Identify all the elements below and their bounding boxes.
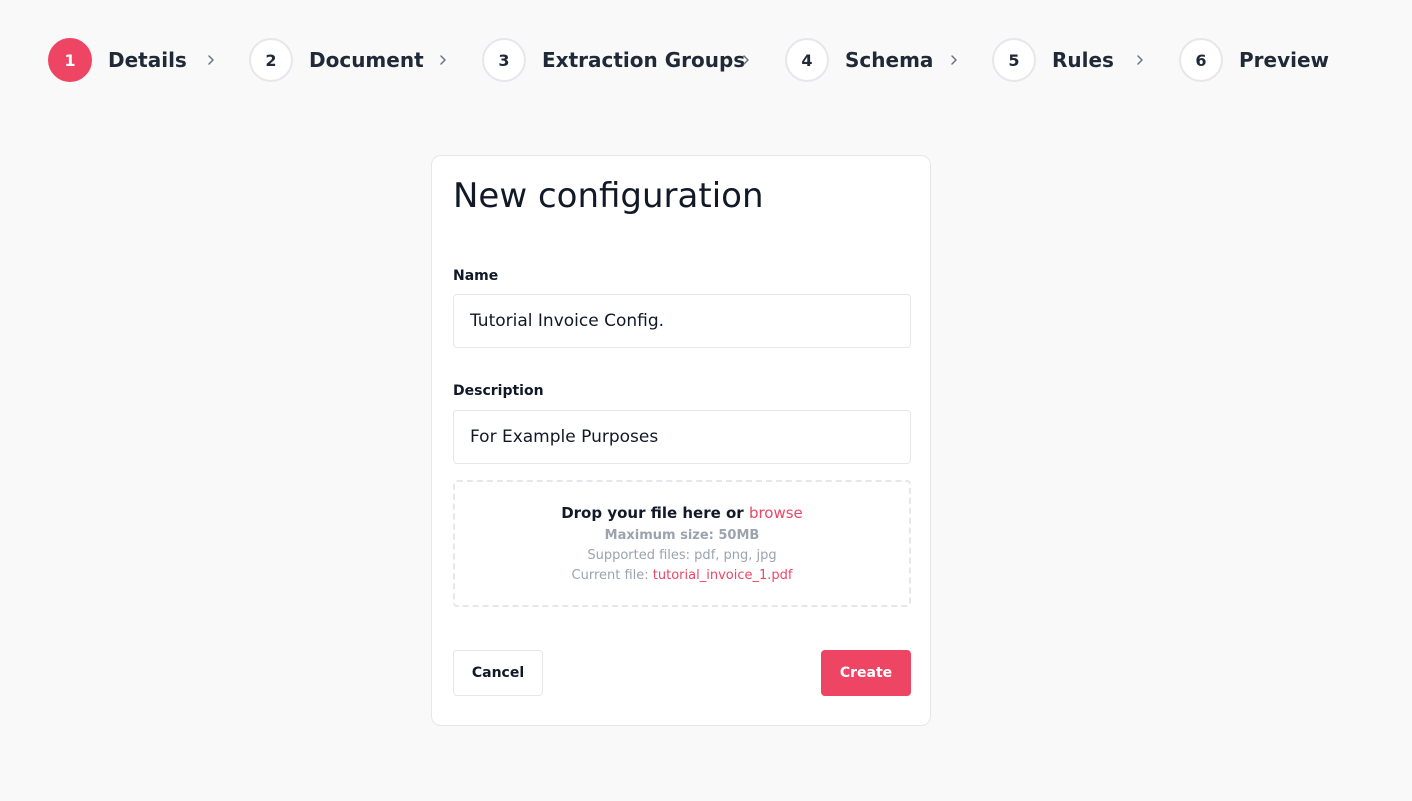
browse-link[interactable]: browse xyxy=(749,504,803,522)
current-file-text: Current file: tutorial_invoice_1.pdf xyxy=(455,568,909,583)
name-label: Name xyxy=(453,268,499,284)
step-number: 5 xyxy=(992,38,1036,82)
configuration-card: New configuration Name Description Drop … xyxy=(431,155,931,726)
dropzone-prompt: Drop your file here or browse xyxy=(455,504,909,522)
step-schema[interactable]: 4 Schema xyxy=(785,38,933,82)
step-extraction-groups[interactable]: 3 Extraction Groups xyxy=(482,38,745,82)
file-dropzone[interactable]: Drop your file here or browse Maximum si… xyxy=(453,480,911,607)
current-file-prefix: Current file: xyxy=(571,568,649,583)
step-number: 1 xyxy=(48,38,92,82)
step-label: Details xyxy=(108,48,187,72)
page-title: New configuration xyxy=(453,176,764,216)
supported-files-text: Supported files: pdf, png, jpg xyxy=(587,548,777,563)
current-file-link[interactable]: tutorial_invoice_1.pdf xyxy=(653,568,793,583)
step-number: 6 xyxy=(1179,38,1223,82)
step-label: Preview xyxy=(1239,48,1330,72)
chevron-right-icon xyxy=(203,50,219,70)
max-size-text: Maximum size: 50MB xyxy=(604,528,760,543)
chevron-right-icon xyxy=(435,50,451,70)
step-rules[interactable]: 5 Rules xyxy=(992,38,1114,82)
step-label: Extraction Groups xyxy=(542,48,746,72)
chevron-right-icon xyxy=(1132,50,1148,70)
name-input[interactable] xyxy=(453,294,911,348)
step-preview[interactable]: 6 Preview xyxy=(1179,38,1329,82)
dropzone-prompt-text: Drop your file here or xyxy=(561,504,744,522)
step-document[interactable]: 2 Document xyxy=(249,38,424,82)
step-number: 2 xyxy=(249,38,293,82)
step-label: Schema xyxy=(845,48,934,72)
chevron-right-icon xyxy=(946,50,962,70)
step-number: 3 xyxy=(482,38,526,82)
step-number: 4 xyxy=(785,38,829,82)
step-label: Rules xyxy=(1052,48,1114,72)
chevron-right-icon xyxy=(738,50,754,70)
step-details[interactable]: 1 Details xyxy=(48,38,187,82)
create-button[interactable]: Create xyxy=(821,650,911,696)
description-label: Description xyxy=(453,383,544,399)
cancel-button[interactable]: Cancel xyxy=(453,650,543,696)
step-label: Document xyxy=(309,48,424,72)
description-input[interactable] xyxy=(453,410,911,464)
stepper: 1 Details 2 Document 3 Extraction Groups… xyxy=(48,38,1368,82)
